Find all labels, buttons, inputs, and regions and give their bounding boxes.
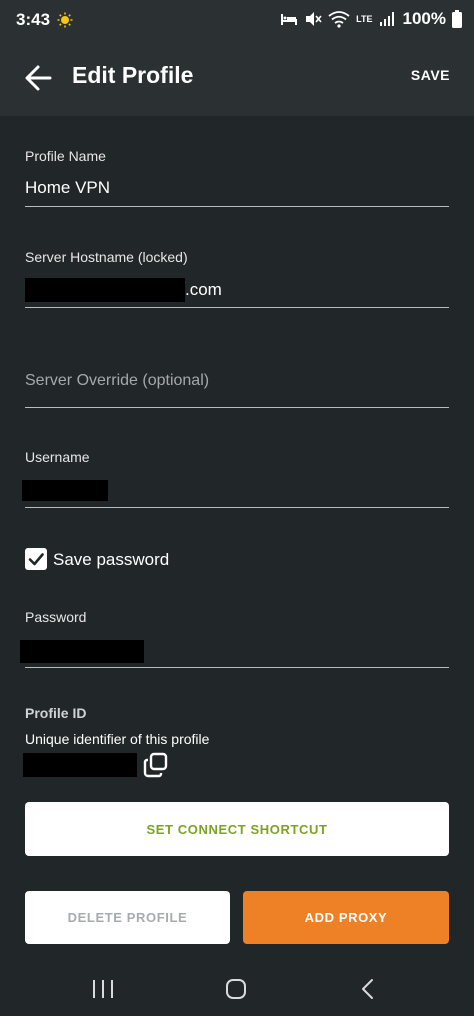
signal-icon	[379, 12, 394, 26]
save-password-label[interactable]: Save password	[53, 550, 169, 570]
lte-indicator: LTE	[356, 13, 373, 24]
back-nav-icon[interactable]	[359, 978, 377, 1000]
username-label: Username	[25, 449, 90, 465]
set-connect-shortcut-button[interactable]: SET CONNECT SHORTCUT	[25, 802, 449, 856]
home-icon[interactable]	[225, 978, 247, 1000]
server-override-underline	[25, 407, 449, 408]
server-hostname-suffix: .com	[185, 280, 222, 299]
username-field[interactable]: Username	[22, 449, 449, 509]
page-title: Edit Profile	[72, 62, 194, 88]
bed-icon	[281, 14, 298, 25]
profile-id-description: Unique identifier of this profile	[25, 731, 210, 747]
sun-icon	[57, 12, 73, 28]
save-button[interactable]: SAVE	[411, 67, 450, 83]
profile-name-label: Profile Name	[25, 148, 106, 164]
save-password-checkbox[interactable]	[25, 548, 47, 570]
server-hostname-underline	[25, 307, 449, 308]
status-time: 3:43	[16, 10, 51, 29]
profile-name-field[interactable]: Profile Name Home VPN	[25, 148, 449, 208]
battery-percent: 100%	[402, 9, 446, 28]
app-bar: Edit Profile SAVE	[0, 40, 474, 116]
navigation-bar	[0, 960, 474, 1016]
mute-icon	[306, 12, 322, 26]
redacted-hostname	[25, 278, 185, 302]
status-bar: 3:43 LTE 100%	[0, 0, 474, 40]
redacted-profile-id	[23, 753, 137, 777]
server-hostname-field: Server Hostname (locked) .com	[25, 249, 449, 309]
back-button[interactable]	[18, 58, 58, 98]
add-proxy-button[interactable]: ADD PROXY	[243, 891, 449, 944]
profile-id-title: Profile ID	[25, 705, 87, 721]
server-override-field[interactable]: Server Override (optional)	[25, 372, 449, 408]
password-field[interactable]: Password	[20, 609, 449, 669]
username-underline	[25, 507, 449, 508]
password-label: Password	[25, 609, 87, 625]
profile-name-underline	[25, 206, 449, 207]
delete-profile-button[interactable]: DELETE PROFILE	[25, 891, 230, 944]
arrow-left-icon	[25, 65, 52, 91]
redacted-username	[22, 480, 108, 501]
profile-name-input[interactable]: Home VPN	[25, 178, 449, 198]
server-override-input[interactable]: Server Override (optional)	[25, 372, 449, 390]
recent-apps-icon[interactable]	[92, 979, 114, 999]
redacted-password	[20, 640, 144, 663]
password-underline	[25, 667, 449, 668]
server-hostname-label: Server Hostname (locked)	[25, 249, 188, 265]
status-icons: LTE 100%	[280, 9, 462, 29]
check-icon	[28, 553, 44, 566]
copy-icon[interactable]	[142, 751, 170, 779]
wifi-icon	[328, 11, 350, 28]
battery-icon	[452, 10, 462, 28]
